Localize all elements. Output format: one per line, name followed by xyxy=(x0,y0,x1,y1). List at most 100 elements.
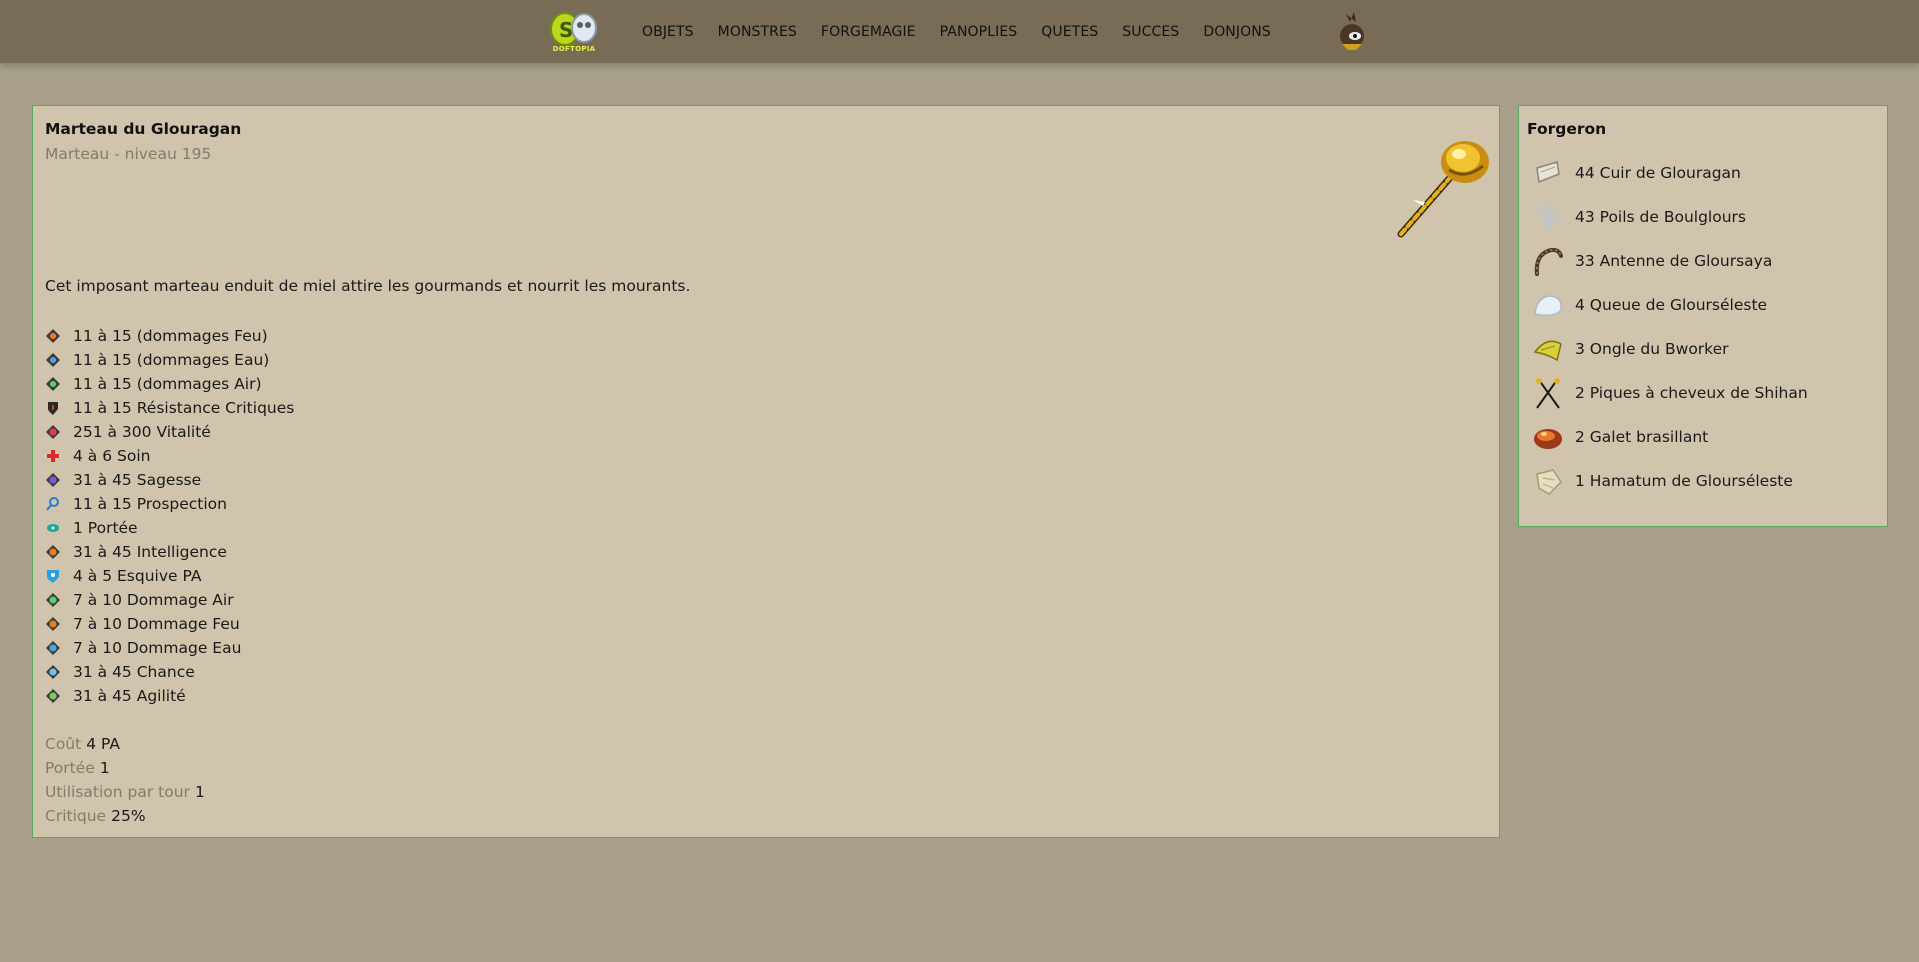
stat-text: 31 à 45 Intelligence xyxy=(73,543,227,561)
logo-text: DOFTOPIA xyxy=(552,45,596,53)
property-row: Critique 25% xyxy=(45,804,205,828)
stat-text: 11 à 15 (dommages Air) xyxy=(73,375,262,393)
stat-text: 251 à 300 Vitalité xyxy=(73,423,211,441)
item-stats-list: 11 à 15 (dommages Feu) 11 à 15 (dommages… xyxy=(45,324,294,708)
hairpins-icon xyxy=(1531,376,1565,410)
wisdom-icon xyxy=(45,472,61,488)
stat-row: 7 à 10 Dommage Eau xyxy=(45,636,294,660)
water-damage-icon xyxy=(45,352,61,368)
leather-icon xyxy=(1531,156,1565,190)
stat-text: 31 à 45 Chance xyxy=(73,663,195,681)
stat-text: 11 à 15 (dommages Eau) xyxy=(73,351,270,369)
hair-icon xyxy=(1531,200,1565,234)
ingredient-list: 44 Cuir de Glouragan 43 Poils de Boulglo… xyxy=(1531,151,1808,503)
property-label: Utilisation par tour xyxy=(45,783,190,801)
item-properties: Coût 4 PA Portée 1 Utilisation par tour … xyxy=(45,732,205,828)
stat-text: 31 à 45 Sagesse xyxy=(73,471,202,489)
ingredient-text: 2 Galet brasillant xyxy=(1575,428,1709,446)
ingredient-item[interactable]: 1 Hamatum de Glourséleste xyxy=(1531,459,1808,503)
ingredient-item[interactable]: 33 Antenne de Gloursaya xyxy=(1531,239,1808,283)
stat-text: 1 Portée xyxy=(73,519,138,537)
stat-row: 7 à 10 Dommage Air xyxy=(45,588,294,612)
ingredient-text: 1 Hamatum de Glourséleste xyxy=(1575,472,1793,490)
stat-text: 7 à 10 Dommage Eau xyxy=(73,639,242,657)
tail-icon xyxy=(1531,288,1565,322)
property-row: Portée 1 xyxy=(45,756,205,780)
recipe-panel: Forgeron 44 Cuir de Glouragan 43 Poils d… xyxy=(1518,105,1888,527)
stat-text: 31 à 45 Agilité xyxy=(73,687,186,705)
air-damage-icon xyxy=(45,376,61,392)
nav-monstres[interactable]: MONSTRES xyxy=(718,24,797,40)
user-avatar-icon[interactable] xyxy=(1332,10,1372,52)
stat-row: 7 à 10 Dommage Feu xyxy=(45,612,294,636)
stat-text: 4 à 6 Soin xyxy=(73,447,151,465)
property-value: 25% xyxy=(111,807,146,825)
item-description: Cet imposant marteau enduit de miel atti… xyxy=(45,277,691,295)
nav-succes[interactable]: SUCCES xyxy=(1122,24,1179,40)
top-navbar: S DOFTOPIA OBJETS MONSTRES FORGEMAGIE PA… xyxy=(0,0,1919,64)
item-type-level: Marteau - niveau 195 xyxy=(45,145,212,163)
stat-text: 7 à 10 Dommage Feu xyxy=(73,615,240,633)
nail-icon xyxy=(1531,332,1565,366)
stat-row: 11 à 15 (dommages Eau) xyxy=(45,348,294,372)
stat-row: 4 à 5 Esquive PA xyxy=(45,564,294,588)
ingredient-text: 44 Cuir de Glouragan xyxy=(1575,164,1741,182)
nav-panoplies[interactable]: PANOPLIES xyxy=(940,24,1018,40)
stat-row: 31 à 45 Chance xyxy=(45,660,294,684)
recipe-title: Forgeron xyxy=(1527,120,1607,138)
stat-row: 11 à 15 (dommages Feu) xyxy=(45,324,294,348)
ingredient-item[interactable]: 44 Cuir de Glouragan xyxy=(1531,151,1808,195)
property-value: 1 xyxy=(194,783,205,801)
pebble-icon xyxy=(1531,420,1565,454)
logo-graphic: S xyxy=(550,12,597,46)
stat-row: 11 à 15 Résistance Critiques xyxy=(45,396,294,420)
ingredient-text: 2 Piques à cheveux de Shihan xyxy=(1575,384,1808,402)
nav-objets[interactable]: OBJETS xyxy=(642,24,694,40)
stat-row: 31 à 45 Sagesse xyxy=(45,468,294,492)
ingredient-item[interactable]: 4 Queue de Glourséleste xyxy=(1531,283,1808,327)
item-panel: Marteau du Glouragan Marteau - niveau 19… xyxy=(32,105,1500,838)
item-name: Marteau du Glouragan xyxy=(45,120,242,138)
stat-text: 4 à 5 Esquive PA xyxy=(73,567,202,585)
nav-quetes[interactable]: QUETES xyxy=(1041,24,1098,40)
ingredient-item[interactable]: 2 Piques à cheveux de Shihan xyxy=(1531,371,1808,415)
stat-row: 11 à 15 (dommages Air) xyxy=(45,372,294,396)
stat-text: 11 à 15 (dommages Feu) xyxy=(73,327,268,345)
water-damage-icon xyxy=(45,640,61,656)
stat-row: 4 à 6 Soin xyxy=(45,444,294,468)
nav-donjons[interactable]: DONJONS xyxy=(1203,24,1270,40)
stat-row: 11 à 15 Prospection xyxy=(45,492,294,516)
doftopia-logo[interactable]: S DOFTOPIA xyxy=(548,11,600,53)
property-label: Portée xyxy=(45,759,95,777)
ingredient-text: 4 Queue de Glourséleste xyxy=(1575,296,1768,314)
air-damage-icon xyxy=(45,592,61,608)
ap-dodge-icon xyxy=(45,568,61,584)
ingredient-text: 3 Ongle du Bworker xyxy=(1575,340,1729,358)
property-label: Critique xyxy=(45,807,107,825)
vitality-icon xyxy=(45,424,61,440)
prospecting-icon xyxy=(45,496,61,512)
property-value: 1 xyxy=(99,759,110,777)
critical-resistance-icon xyxy=(45,400,61,416)
hamatum-icon xyxy=(1531,464,1565,498)
intelligence-icon xyxy=(45,544,61,560)
ingredient-item[interactable]: 3 Ongle du Bworker xyxy=(1531,327,1808,371)
stat-text: 11 à 15 Résistance Critiques xyxy=(73,399,295,417)
ingredient-text: 43 Poils de Boulglours xyxy=(1575,208,1746,226)
stat-row: 31 à 45 Intelligence xyxy=(45,540,294,564)
fire-damage-icon xyxy=(45,328,61,344)
ingredient-item[interactable]: 43 Poils de Boulglours xyxy=(1531,195,1808,239)
agility-icon xyxy=(45,688,61,704)
stat-row: 31 à 45 Agilité xyxy=(45,684,294,708)
property-row: Utilisation par tour 1 xyxy=(45,780,205,804)
nav-forgemagie[interactable]: FORGEMAGIE xyxy=(821,24,916,40)
property-row: Coût 4 PA xyxy=(45,732,205,756)
main-nav: OBJETS MONSTRES FORGEMAGIE PANOPLIES QUE… xyxy=(642,0,1295,63)
hammer-item-image xyxy=(1373,134,1493,244)
fire-damage-icon xyxy=(45,616,61,632)
ingredient-text: 33 Antenne de Gloursaya xyxy=(1575,252,1773,270)
ingredient-item[interactable]: 2 Galet brasillant xyxy=(1531,415,1808,459)
heal-icon xyxy=(45,448,61,464)
antenna-icon xyxy=(1531,244,1565,278)
range-icon xyxy=(45,520,61,536)
